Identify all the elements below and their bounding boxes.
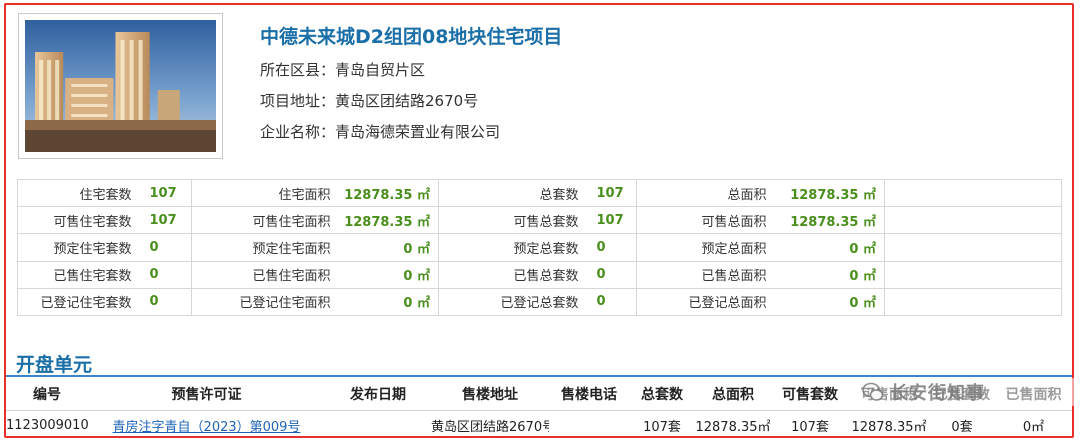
units-cell: 107套 [643,419,681,435]
watermark: 长安街知事 [862,378,1074,406]
units-section-title: 开盘单元 [16,354,93,376]
stat-value: 107 [578,206,637,235]
stat-label: 已登记住宅面积 [191,287,331,317]
stat-label: 可售总套数 [438,206,579,235]
stats-row: 预定住宅套数 0 预定住宅面积 0 ㎡预定总套数 0 预定总面积 0 ㎡ [17,233,1062,262]
stat-value: 0 ㎡ [766,287,885,317]
stat-value: 0 ㎡ [330,287,439,317]
stat-label: 预定住宅套数 [17,233,132,262]
district-value: 青岛自贸片区 [335,61,426,79]
address-value: 黄岛区团结路2670号 [335,92,479,110]
project-district: 所在区县：青岛自贸片区 [260,59,425,80]
permit-link[interactable]: 青房注字青自（2023）第009号 [113,420,301,435]
stat-value: 0 [578,233,637,262]
stats-spacer [884,287,1062,317]
stat-label: 已登记总套数 [438,287,579,317]
units-cell [325,410,431,440]
units-column-header: 发布日期 [325,378,431,411]
stat-value: 12878.35 ㎡ [330,206,439,235]
units-cell: 12878.35㎡ [851,419,927,435]
units-column-header: 可售套数 [771,378,849,411]
project-name: 中德未来城D2组团08地块住宅项目 [260,26,563,48]
stat-label: 预定住宅面积 [191,233,331,262]
stat-label: 已登记总面积 [636,287,767,317]
stats-spacer [884,233,1062,262]
stat-value: 12878.35 ㎡ [330,178,439,208]
stat-value: 0 [578,260,637,289]
stats-spacer [884,206,1062,235]
stat-label: 已售总面积 [636,260,767,289]
stats-row: 已登记住宅套数 0 已登记住宅面积 0 ㎡已登记总套数 0 已登记总面积 0 ㎡ [17,287,1062,317]
stats-row: 可售住宅套数 107 可售住宅面积 12878.35 ㎡可售总套数 107 可售总面积 12… [17,206,1062,235]
stat-label: 住宅面积 [191,178,331,208]
address-label: 项目地址： [260,92,336,110]
units-cell [549,410,629,440]
stat-label: 预定总面积 [636,233,767,262]
units-cell: 青房注字青自（2023）第009号 [88,410,325,440]
stat-label: 已售总套数 [438,260,579,289]
stat-value: 107 [578,178,637,208]
stat-label: 住宅套数 [17,178,132,208]
units-section-rule [6,375,1072,377]
stat-label: 可售住宅套数 [17,206,132,235]
stat-label: 总套数 [438,178,579,208]
watermark-text: 长安街知事 [890,383,985,404]
stats-spacer [884,178,1062,208]
stat-label: 总面积 [636,178,767,208]
units-cell: 0套 [951,419,973,435]
company-label: 企业名称： [260,123,336,141]
units-column-header: 编号 [6,378,88,411]
project-company: 企业名称：青岛海德荣置业有限公司 [260,121,500,142]
stat-label: 预定总套数 [438,233,579,262]
stat-value: 0 ㎡ [766,260,885,289]
units-row: 1123009010 青房注字青自（2023）第009号 黄岛区团结路2670号 10… [6,410,1072,440]
stat-value: 107 [131,206,192,235]
stat-label: 已售住宅套数 [17,260,132,289]
building-image [25,20,216,152]
stats-row: 住宅套数 107 住宅面积 12878.35 ㎡总套数 107 总面积 12878.35 ㎡ [17,178,1062,208]
units-column-header: 预售许可证 [88,378,325,411]
units-cell: 0㎡ [1022,419,1045,435]
stat-value: 0 ㎡ [330,260,439,289]
stat-value: 107 [131,178,192,208]
project-header: 中德未来城D2组团08地块住宅项目 所在区县：青岛自贸片区 项目地址：黄岛区团结… [17,11,1062,167]
stat-value: 0 [131,260,192,289]
units-column-header: 售楼地址 [431,378,549,411]
stat-label: 已登记住宅套数 [17,287,132,317]
stat-value: 12878.35 ㎡ [766,178,885,208]
stat-value: 0 ㎡ [766,233,885,262]
stat-value: 0 [578,287,637,317]
stat-label: 已售住宅面积 [191,260,331,289]
company-value: 青岛海德荣置业有限公司 [335,123,501,141]
wechat-icon [862,382,884,401]
units-cell: 107套 [791,419,829,435]
stats-row: 已售住宅套数 0 已售住宅面积 0 ㎡已售总套数 0 已售总面积 0 ㎡ [17,260,1062,289]
stat-label: 可售总面积 [636,206,767,235]
project-photo [18,13,223,159]
units-cell: 黄岛区团结路2670号 [431,419,549,435]
stat-value: 0 [131,233,192,262]
project-address: 项目地址：黄岛区团结路2670号 [260,90,478,111]
units-cell: 1123009010 [6,417,88,433]
units-column-header: 售楼电话 [549,378,629,411]
units-column-header: 总面积 [695,378,771,411]
stat-label: 可售住宅面积 [191,206,331,235]
units-column-header: 总套数 [629,378,695,411]
stats-table: 住宅套数 107 住宅面积 12878.35 ㎡总套数 107 总面积 12878.35 ㎡… [17,178,1062,317]
stat-value: 0 [131,287,192,317]
stat-value: 0 ㎡ [330,233,439,262]
district-label: 所在区县： [260,61,336,79]
stats-spacer [884,260,1062,289]
stat-value: 12878.35 ㎡ [766,206,885,235]
units-cell: 12878.35㎡ [695,419,771,435]
